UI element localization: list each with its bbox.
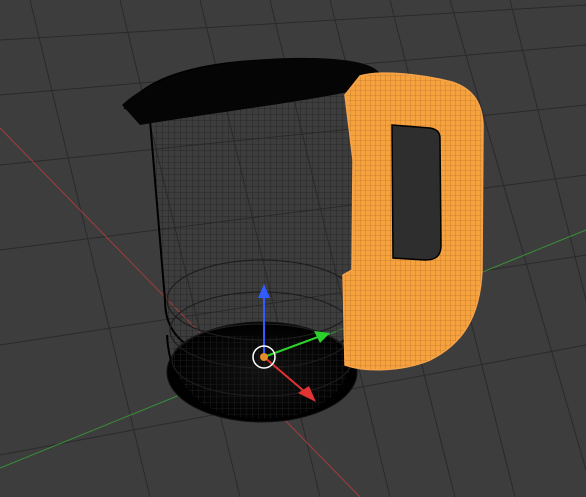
jug-handle-wireframe[interactable] [342,72,484,371]
grid-line [0,4,586,41]
grid-line [509,0,586,301]
grid-line [29,0,151,497]
viewport-scene[interactable] [0,0,586,497]
jug-body-wireframe[interactable] [122,57,383,423]
3d-viewport[interactable] [0,0,586,497]
